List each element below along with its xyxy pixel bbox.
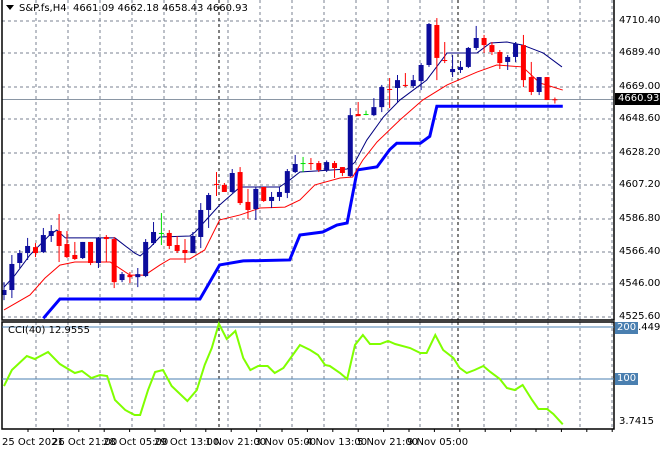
- price-tick: 4607.20: [619, 179, 660, 190]
- candle-body: [213, 183, 219, 185]
- candle-body: [379, 87, 385, 108]
- candle-body: [25, 245, 31, 254]
- price-tick: 4586.80: [619, 213, 660, 224]
- candle-body: [143, 241, 149, 277]
- candle-body: [127, 275, 133, 278]
- candle-body: [410, 80, 416, 87]
- candle-body: [103, 236, 109, 240]
- ohlc-readout: 4661.09 4662.18 4658.43 4660.93: [72, 3, 248, 14]
- candle-body: [253, 188, 259, 210]
- candle-body: [371, 107, 377, 116]
- candle-body: [418, 65, 424, 82]
- candle-body: [497, 51, 503, 64]
- candle-body: [324, 162, 330, 170]
- stop-line: [42, 104, 563, 320]
- candle-body: [276, 191, 282, 197]
- candle-body: [56, 231, 62, 246]
- candle-body: [72, 254, 78, 259]
- candle-body: [40, 235, 46, 253]
- candle-body: [347, 115, 353, 177]
- candle-body: [95, 237, 101, 264]
- candle-body: [363, 114, 369, 116]
- candle-body: [387, 88, 393, 90]
- cci-min-label: 3.7415: [619, 416, 654, 427]
- candle-body: [434, 24, 440, 58]
- candle-body: [119, 274, 125, 281]
- candle-body: [261, 186, 267, 201]
- dropdown-triangle-icon[interactable]: [6, 5, 14, 10]
- candle-body: [355, 114, 361, 117]
- candle-body: [450, 69, 456, 73]
- candle-body: [206, 195, 212, 210]
- price-tick: 4648.60: [619, 113, 660, 124]
- candle-body: [182, 249, 188, 254]
- candle-body: [80, 241, 86, 259]
- candle-body: [269, 196, 275, 201]
- candle-body: [166, 232, 172, 246]
- price-tick: 4710.40: [619, 15, 660, 26]
- chart-header: S&P.fs,H4 4661.09 4662.18 4658.43 4660.9…: [6, 3, 248, 15]
- candle-body: [300, 163, 306, 165]
- candle-body: [520, 45, 526, 81]
- candle-body: [111, 239, 117, 283]
- candle-body: [190, 236, 196, 254]
- candle-body: [221, 184, 227, 192]
- candle-body: [158, 232, 164, 234]
- candle-body: [174, 245, 180, 251]
- candle-body: [135, 274, 141, 278]
- candle-body: [528, 77, 534, 93]
- candle-body: [64, 244, 70, 258]
- candle-body: [229, 173, 235, 192]
- candle-body: [198, 209, 204, 237]
- candle-body: [442, 60, 448, 62]
- candle-body: [308, 163, 314, 165]
- price-tick: 4546.00: [619, 278, 660, 289]
- price-tick: 4669.00: [619, 81, 660, 92]
- candle-body: [489, 45, 495, 52]
- candle-body: [402, 84, 408, 86]
- cci-line: [3, 320, 564, 425]
- candle-body: [457, 66, 463, 70]
- candle-body: [339, 167, 345, 174]
- candle-body: [465, 47, 471, 67]
- chart-window[interactable]: S&P.fs,H4 4661.09 4662.18 4658.43 4660.9…: [0, 0, 660, 450]
- candle-body: [9, 263, 15, 291]
- candle-body: [473, 38, 479, 48]
- ma-fast-line: [3, 41, 563, 288]
- candle-body: [552, 99, 558, 101]
- cci-pane-border: [1, 321, 615, 430]
- candle-body: [426, 24, 432, 66]
- candle-body: [88, 241, 94, 264]
- candle-body: [513, 43, 519, 57]
- candle-body: [536, 77, 542, 93]
- price-tick: 4566.40: [619, 246, 660, 257]
- candle-body: [284, 171, 290, 193]
- time-tick: 9 Nov 05:00: [407, 437, 469, 448]
- candle-body: [237, 172, 243, 204]
- candle-body: [544, 77, 550, 101]
- candle-body: [48, 231, 54, 237]
- candle-body: [17, 253, 23, 264]
- symbol-label: S&P.fs,H4: [19, 3, 67, 14]
- current-price-label: 4660.93: [615, 93, 660, 105]
- candle-body: [245, 201, 251, 210]
- chart-canvas[interactable]: [0, 0, 660, 450]
- candle-body: [505, 56, 511, 62]
- candle-body: [316, 163, 322, 170]
- cci-title: CCI(40) 12.9555: [8, 325, 90, 336]
- candle-body: [395, 80, 400, 88]
- candle-body: [332, 163, 338, 169]
- cci-level-100: 100: [615, 373, 639, 385]
- cci-level-200: 200: [615, 322, 639, 334]
- candle-body: [481, 38, 487, 46]
- price-tick: 4628.20: [619, 147, 660, 158]
- candle-body: [151, 231, 157, 244]
- price-tick: 4689.40: [619, 47, 660, 58]
- candle-body: [32, 247, 38, 254]
- candle-body: [292, 164, 298, 173]
- ma-slow-line: [3, 64, 563, 311]
